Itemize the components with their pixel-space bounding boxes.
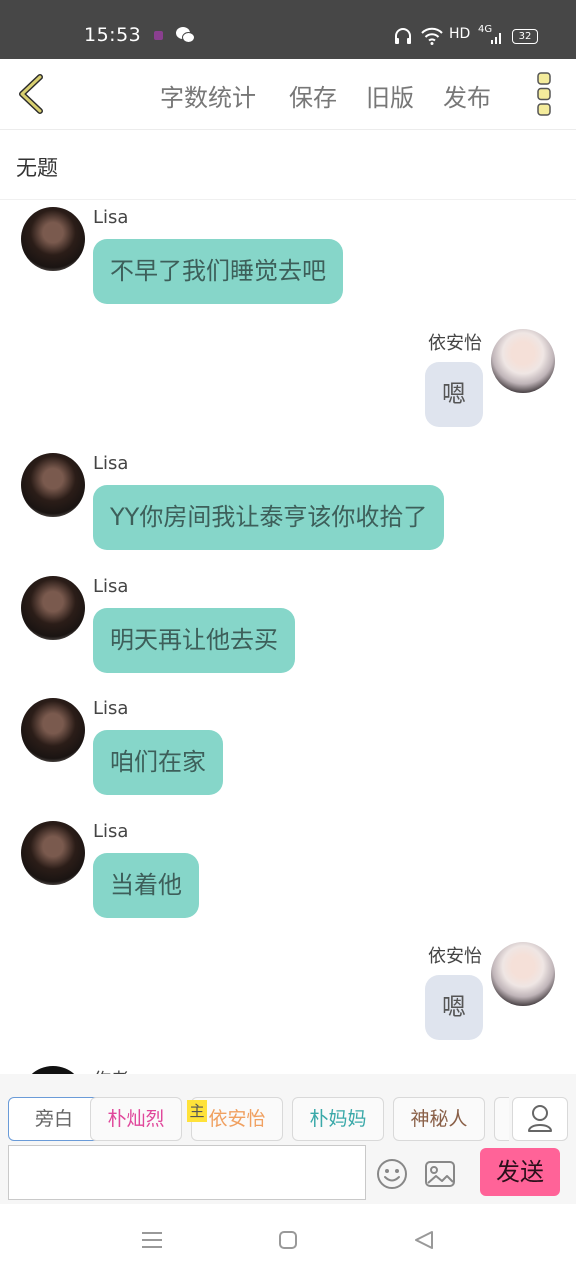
word-count-button[interactable]: 字数统计	[160, 78, 256, 113]
message-item[interactable]: Lisa 咱们在家	[0, 691, 576, 801]
character-chip[interactable]: 朴灿烈	[90, 1097, 182, 1141]
sender-name: Lisa	[93, 453, 129, 474]
sender-name: 依安怡	[428, 946, 482, 967]
sender-name: 作者	[93, 1066, 129, 1074]
avatar-yi-anyi[interactable]	[491, 329, 555, 393]
character-chip-label: 朴灿烈	[107, 1108, 165, 1130]
message-bubble[interactable]: YY你房间我让泰亨该你收拾了	[93, 485, 445, 550]
battery-icon: 32	[512, 29, 538, 44]
old-version-button[interactable]: 旧版	[366, 78, 414, 113]
message-item[interactable]: Lisa 不早了我们睡觉去吧	[0, 200, 576, 310]
back-nav-icon[interactable]	[414, 1230, 434, 1250]
message-bubble[interactable]: 嗯	[425, 975, 483, 1040]
avatar-yi-anyi[interactable]	[491, 942, 555, 1006]
home-icon[interactable]	[278, 1230, 298, 1250]
avatar-lisa[interactable]	[21, 453, 85, 517]
send-button[interactable]: 发送	[480, 1148, 560, 1196]
more-menu-icon[interactable]	[534, 71, 554, 117]
menu-icon[interactable]	[141, 1230, 163, 1250]
message-bubble[interactable]: 不早了我们睡觉去吧	[93, 239, 343, 304]
network-type: HD	[449, 26, 471, 42]
person-icon	[528, 1105, 552, 1132]
character-chip[interactable]: 朴妈妈	[292, 1097, 384, 1141]
character-chip-label: 神秘人	[410, 1108, 468, 1130]
signal-icon	[491, 33, 501, 44]
sender-name: Lisa	[93, 698, 129, 719]
doc-title[interactable]: 无题	[16, 152, 58, 182]
character-chip-narrator[interactable]: 旁白	[8, 1097, 100, 1141]
status-bar: 15:53 HD 4G 32	[0, 0, 576, 59]
top-toolbar: 字数统计 保存 旧版 发布	[0, 59, 576, 130]
sender-name: 依安怡	[428, 333, 482, 354]
character-chip-label: 朴妈妈	[309, 1108, 367, 1130]
doc-title-row[interactable]: 无题	[0, 130, 576, 200]
publish-button[interactable]: 发布	[443, 78, 491, 113]
message-item[interactable]: 依安怡 嗯	[0, 936, 576, 1046]
avatar-lisa[interactable]	[21, 698, 85, 762]
wifi-icon	[421, 27, 443, 45]
character-chip-label: 依安怡	[208, 1108, 266, 1130]
battery-level: 32	[518, 31, 532, 42]
message-bubble[interactable]: 明天再让他去买	[93, 608, 295, 673]
character-chip-overflow[interactable]	[494, 1097, 509, 1141]
wechat-icon	[176, 27, 195, 43]
message-item[interactable]: Lisa 当着他	[0, 814, 576, 924]
sender-name: Lisa	[93, 576, 129, 597]
add-character-button[interactable]	[512, 1097, 568, 1141]
composer: 旁白 朴灿烈 依安怡 主 朴妈妈 神秘人 发送	[0, 1074, 576, 1204]
message-item[interactable]: 作者	[0, 1059, 576, 1074]
headset-icon	[395, 28, 411, 44]
avatar-lisa[interactable]	[21, 576, 85, 640]
message-item[interactable]: 依安怡 嗯	[0, 323, 576, 433]
back-arrow-icon[interactable]	[14, 73, 48, 115]
character-chip[interactable]: 神秘人	[393, 1097, 485, 1141]
status-time: 15:53	[84, 24, 142, 46]
message-item[interactable]: Lisa YY你房间我让泰亨该你收拾了	[0, 446, 576, 556]
character-chip-label: 旁白	[34, 1108, 73, 1130]
avatar-lisa[interactable]	[21, 821, 85, 885]
message-bubble[interactable]: 咱们在家	[93, 730, 223, 795]
image-icon[interactable]	[424, 1160, 456, 1188]
main-character-badge: 主	[187, 1100, 207, 1122]
save-button[interactable]: 保存	[289, 78, 337, 113]
message-bubble[interactable]: 嗯	[425, 362, 483, 427]
system-nav-bar	[0, 1204, 576, 1280]
message-bubble[interactable]: 当着他	[93, 853, 199, 918]
emoji-icon[interactable]	[376, 1158, 408, 1190]
avatar-author[interactable]	[21, 1066, 85, 1074]
avatar-lisa[interactable]	[21, 207, 85, 271]
sender-name: Lisa	[93, 207, 129, 228]
chat-area[interactable]: Lisa 不早了我们睡觉去吧 依安怡 嗯 Lisa YY你房间我让泰亨该你收拾了…	[0, 200, 576, 1074]
sender-name: Lisa	[93, 821, 129, 842]
message-input[interactable]	[8, 1145, 366, 1200]
message-item[interactable]: Lisa 明天再让他去买	[0, 569, 576, 679]
app-notification-icon	[154, 31, 163, 40]
